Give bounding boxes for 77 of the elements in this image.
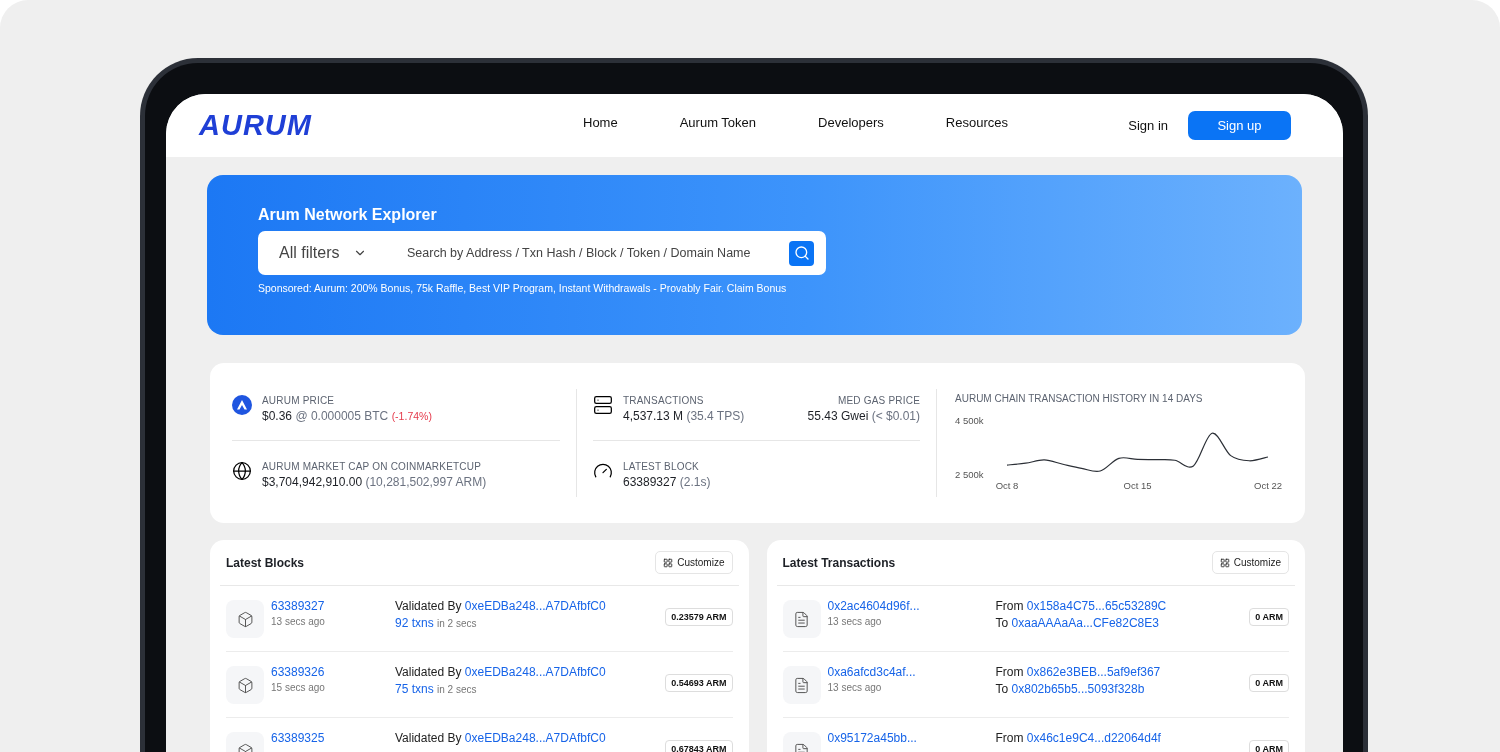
hero-title: Arum Network Explorer: [258, 206, 438, 224]
panel-title: Latest Transactions: [782, 555, 896, 570]
stat-label: AURUM MARKET CAP ON COINMARKETCUP: [262, 460, 483, 472]
txns-text: 75 txns in 2 secs: [395, 682, 478, 696]
validator-link[interactable]: 0xeEDBa248...A7DAfbfC0: [464, 599, 606, 613]
chart-title: AURUM CHAIN TRANSACTION HISTORY IN 14 DAYS: [955, 393, 1204, 404]
grid-icon: [663, 557, 674, 568]
from-text: From 0x158a4C75...65c53289C: [995, 599, 1168, 613]
sign-in-link[interactable]: Sign in: [1128, 118, 1168, 133]
reward-amount: 0.54693 ARM: [665, 674, 733, 692]
customize-button[interactable]: Customize: [1211, 551, 1289, 574]
sponsored-text: Sponsored: Aurum: 200% Bonus, 75k Raffle, Best VIP Program, Instant Withdrawals - Provably Fair. Claim Bonus: [258, 282, 788, 294]
transaction-age: 13 secs ago: [827, 682, 883, 693]
nav-link[interactable]: Resources: [945, 115, 1008, 130]
document-icon: [793, 676, 810, 694]
y-tick-label: 2 500k: [955, 469, 984, 480]
sign-up-button[interactable]: Sign up: [1188, 111, 1291, 140]
x-tick-label: Oct 8: [995, 480, 1019, 491]
nav-link[interactable]: Home: [583, 115, 618, 130]
to-text: To 0x802b65b5...5093f328b: [995, 682, 1146, 696]
txns-link[interactable]: 92 txns: [395, 616, 434, 630]
transaction-amount: 0 ARM: [1249, 740, 1289, 752]
cube-icon: [236, 610, 254, 628]
stat-label: MED GAS PRICE: [836, 395, 920, 406]
to-address-link[interactable]: 0x802b65b5...5093f328b: [1011, 682, 1145, 696]
txns-link[interactable]: 75 txns: [395, 682, 434, 696]
coin-icon: [232, 395, 252, 415]
document-icon: [793, 610, 810, 628]
stat-value: 63389327 (2.1s): [623, 474, 711, 489]
stat-label: LATEST BLOCK: [623, 460, 700, 472]
stat-label: AURUM PRICE: [262, 395, 336, 406]
nav-link[interactable]: Aurum Token: [679, 115, 757, 130]
nav-link[interactable]: Developers: [818, 115, 884, 130]
search-button[interactable]: [789, 240, 814, 266]
customize-button[interactable]: Customize: [655, 551, 733, 574]
validator-text: Validated By 0xeEDBa248...A7DAfbfC0: [395, 665, 607, 679]
grid-icon: [1219, 557, 1230, 568]
from-text: From 0x46c1e9C4...d22064d4f: [995, 731, 1162, 745]
block-number-link[interactable]: 63389325: [271, 731, 395, 745]
server-icon: [593, 395, 613, 415]
to-address-link[interactable]: 0xaaAAAaAa...CFe82C8E3: [1011, 616, 1159, 630]
transaction-age: 13 secs ago: [827, 616, 883, 627]
block-number-link[interactable]: 63389327: [271, 599, 395, 613]
search-icon: [793, 245, 810, 261]
stat-value: 4,537.13 M (35.4 TPS): [623, 409, 745, 423]
block-number-link[interactable]: 63389326: [271, 665, 395, 679]
reward-amount: 0.67843 ARM: [665, 740, 733, 752]
validator-link[interactable]: 0xeEDBa248...A7DAfbfC0: [464, 665, 606, 679]
transaction-amount: 0 ARM: [1249, 608, 1289, 626]
stat-value: $0.36 @ 0.000005 BTC (-1.74%): [262, 409, 432, 423]
validator-text: Validated By 0xeEDBa248...A7DAfbfC0: [395, 599, 607, 613]
x-tick-label: Oct 15: [1123, 480, 1152, 491]
transaction-hash-link[interactable]: 0x2ac4604d96f...: [827, 599, 996, 613]
to-text: To 0xaaAAAaAa...CFe82C8E3: [995, 616, 1160, 630]
from-address-link[interactable]: 0x862e3BEB...5af9ef367: [1026, 665, 1161, 679]
validator-link[interactable]: 0xeEDBa248...A7DAfbfC0: [464, 731, 606, 745]
block-age: 13 secs ago: [271, 616, 326, 627]
txns-text: 92 txns in 2 secs: [395, 616, 478, 630]
block-age: 15 secs ago: [271, 682, 326, 693]
from-text: From 0x862e3BEB...5af9ef367: [995, 665, 1162, 679]
validator-text: Validated By 0xeEDBa248...A7DAfbfC0: [395, 731, 607, 745]
logo: AURUM: [199, 109, 313, 142]
y-tick-label: 4 500k: [955, 415, 984, 426]
x-tick-label: Oct 22: [1254, 480, 1282, 491]
panel-title: Latest Blocks: [226, 555, 305, 570]
stat-label: TRANSACTIONS: [623, 395, 705, 406]
transaction-hash-link[interactable]: 0x95172a45bb...: [827, 731, 996, 745]
globe-icon: [232, 460, 252, 481]
reward-amount: 0.23579 ARM: [665, 608, 733, 626]
from-address-link[interactable]: 0x158a4C75...65c53289C: [1026, 599, 1167, 613]
cube-icon: [236, 676, 254, 694]
filter-dropdown[interactable]: All filters: [279, 244, 405, 262]
transaction-hash-link[interactable]: 0xa6afcd3c4af...: [827, 665, 996, 679]
stat-value: 55.43 Gwei (< $0.01): [807, 409, 920, 423]
from-address-link[interactable]: 0x46c1e9C4...d22064d4f: [1026, 731, 1161, 745]
stat-value: $3,704,942,910.00 (10,281,502,997 ARM): [262, 474, 487, 489]
transaction-amount: 0 ARM: [1249, 674, 1289, 692]
